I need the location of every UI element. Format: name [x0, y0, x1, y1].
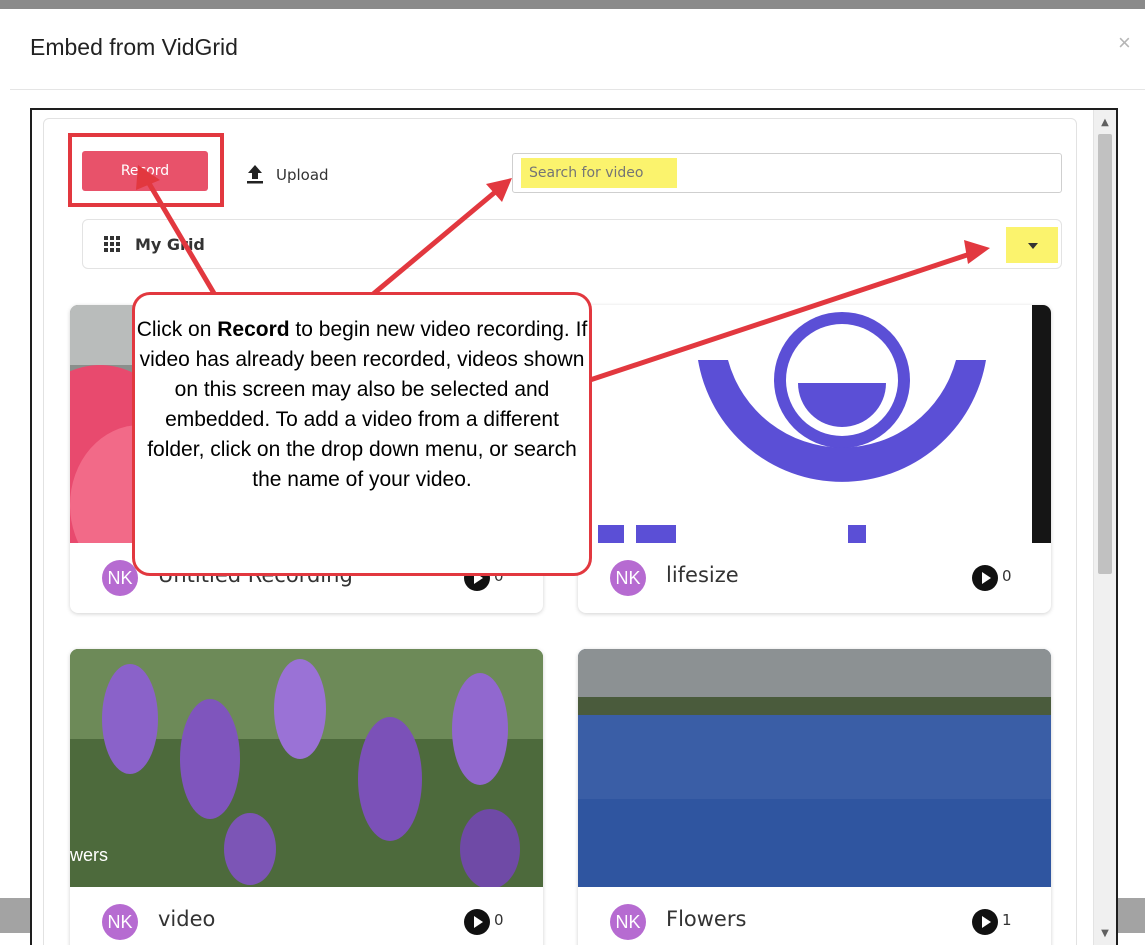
upload-button[interactable]: Upload [276, 166, 329, 184]
view-count: 0 [1002, 567, 1012, 585]
video-thumbnail[interactable] [70, 649, 543, 887]
chevron-down-icon [1028, 243, 1038, 249]
play-icon [972, 565, 998, 591]
search-box[interactable] [512, 153, 1062, 193]
search-input[interactable] [521, 158, 677, 188]
video-title[interactable]: lifesize [666, 563, 739, 587]
callout-bold: Record [217, 318, 290, 341]
video-card[interactable]: NK lifesize 0 [578, 305, 1051, 613]
view-count: 0 [494, 911, 504, 929]
video-card-footer: NK Flowers 1 [578, 887, 1051, 945]
grid-dropdown-button[interactable] [1006, 227, 1058, 263]
video-thumbnail[interactable] [578, 305, 1051, 543]
avatar: NK [102, 904, 138, 940]
video-card-footer: NK video 0 [70, 887, 543, 945]
grid-select-label: My Grid [135, 235, 205, 254]
callout-rest: to begin new video recording. If video h… [139, 318, 588, 491]
video-title[interactable]: Flowers [666, 907, 746, 931]
scrollbar[interactable]: ▲ ▼ [1093, 110, 1116, 945]
video-thumbnail[interactable] [578, 649, 1051, 887]
modal-title: Embed from VidGrid [30, 34, 238, 60]
record-highlight-box [68, 133, 224, 207]
video-title[interactable]: video [158, 907, 215, 931]
scrollbar-thumb[interactable] [1098, 134, 1112, 574]
page-backdrop [0, 0, 1145, 9]
video-card[interactable]: NK Flowers 1 [578, 649, 1051, 945]
video-card[interactable]: wers NK video 0 [70, 649, 543, 945]
view-count: 1 [1002, 911, 1012, 929]
avatar: NK [610, 904, 646, 940]
thumbnail-overlay-text: wers [70, 845, 109, 865]
scroll-down-arrow[interactable]: ▼ [1094, 925, 1116, 943]
callout-text: Click on Record to begin new video recor… [135, 315, 589, 495]
play-icon [972, 909, 998, 935]
play-icon [464, 909, 490, 935]
grid-select[interactable]: My Grid [82, 219, 1062, 269]
upload-icon[interactable] [246, 163, 264, 185]
scroll-up-arrow[interactable]: ▲ [1094, 114, 1116, 132]
close-icon[interactable]: × [1118, 30, 1131, 56]
video-card-footer: NK lifesize 0 [578, 543, 1051, 613]
grid-icon [104, 236, 120, 252]
avatar: NK [610, 560, 646, 596]
instruction-callout: Click on Record to begin new video recor… [132, 292, 592, 576]
callout-prefix: Click on [136, 318, 218, 341]
